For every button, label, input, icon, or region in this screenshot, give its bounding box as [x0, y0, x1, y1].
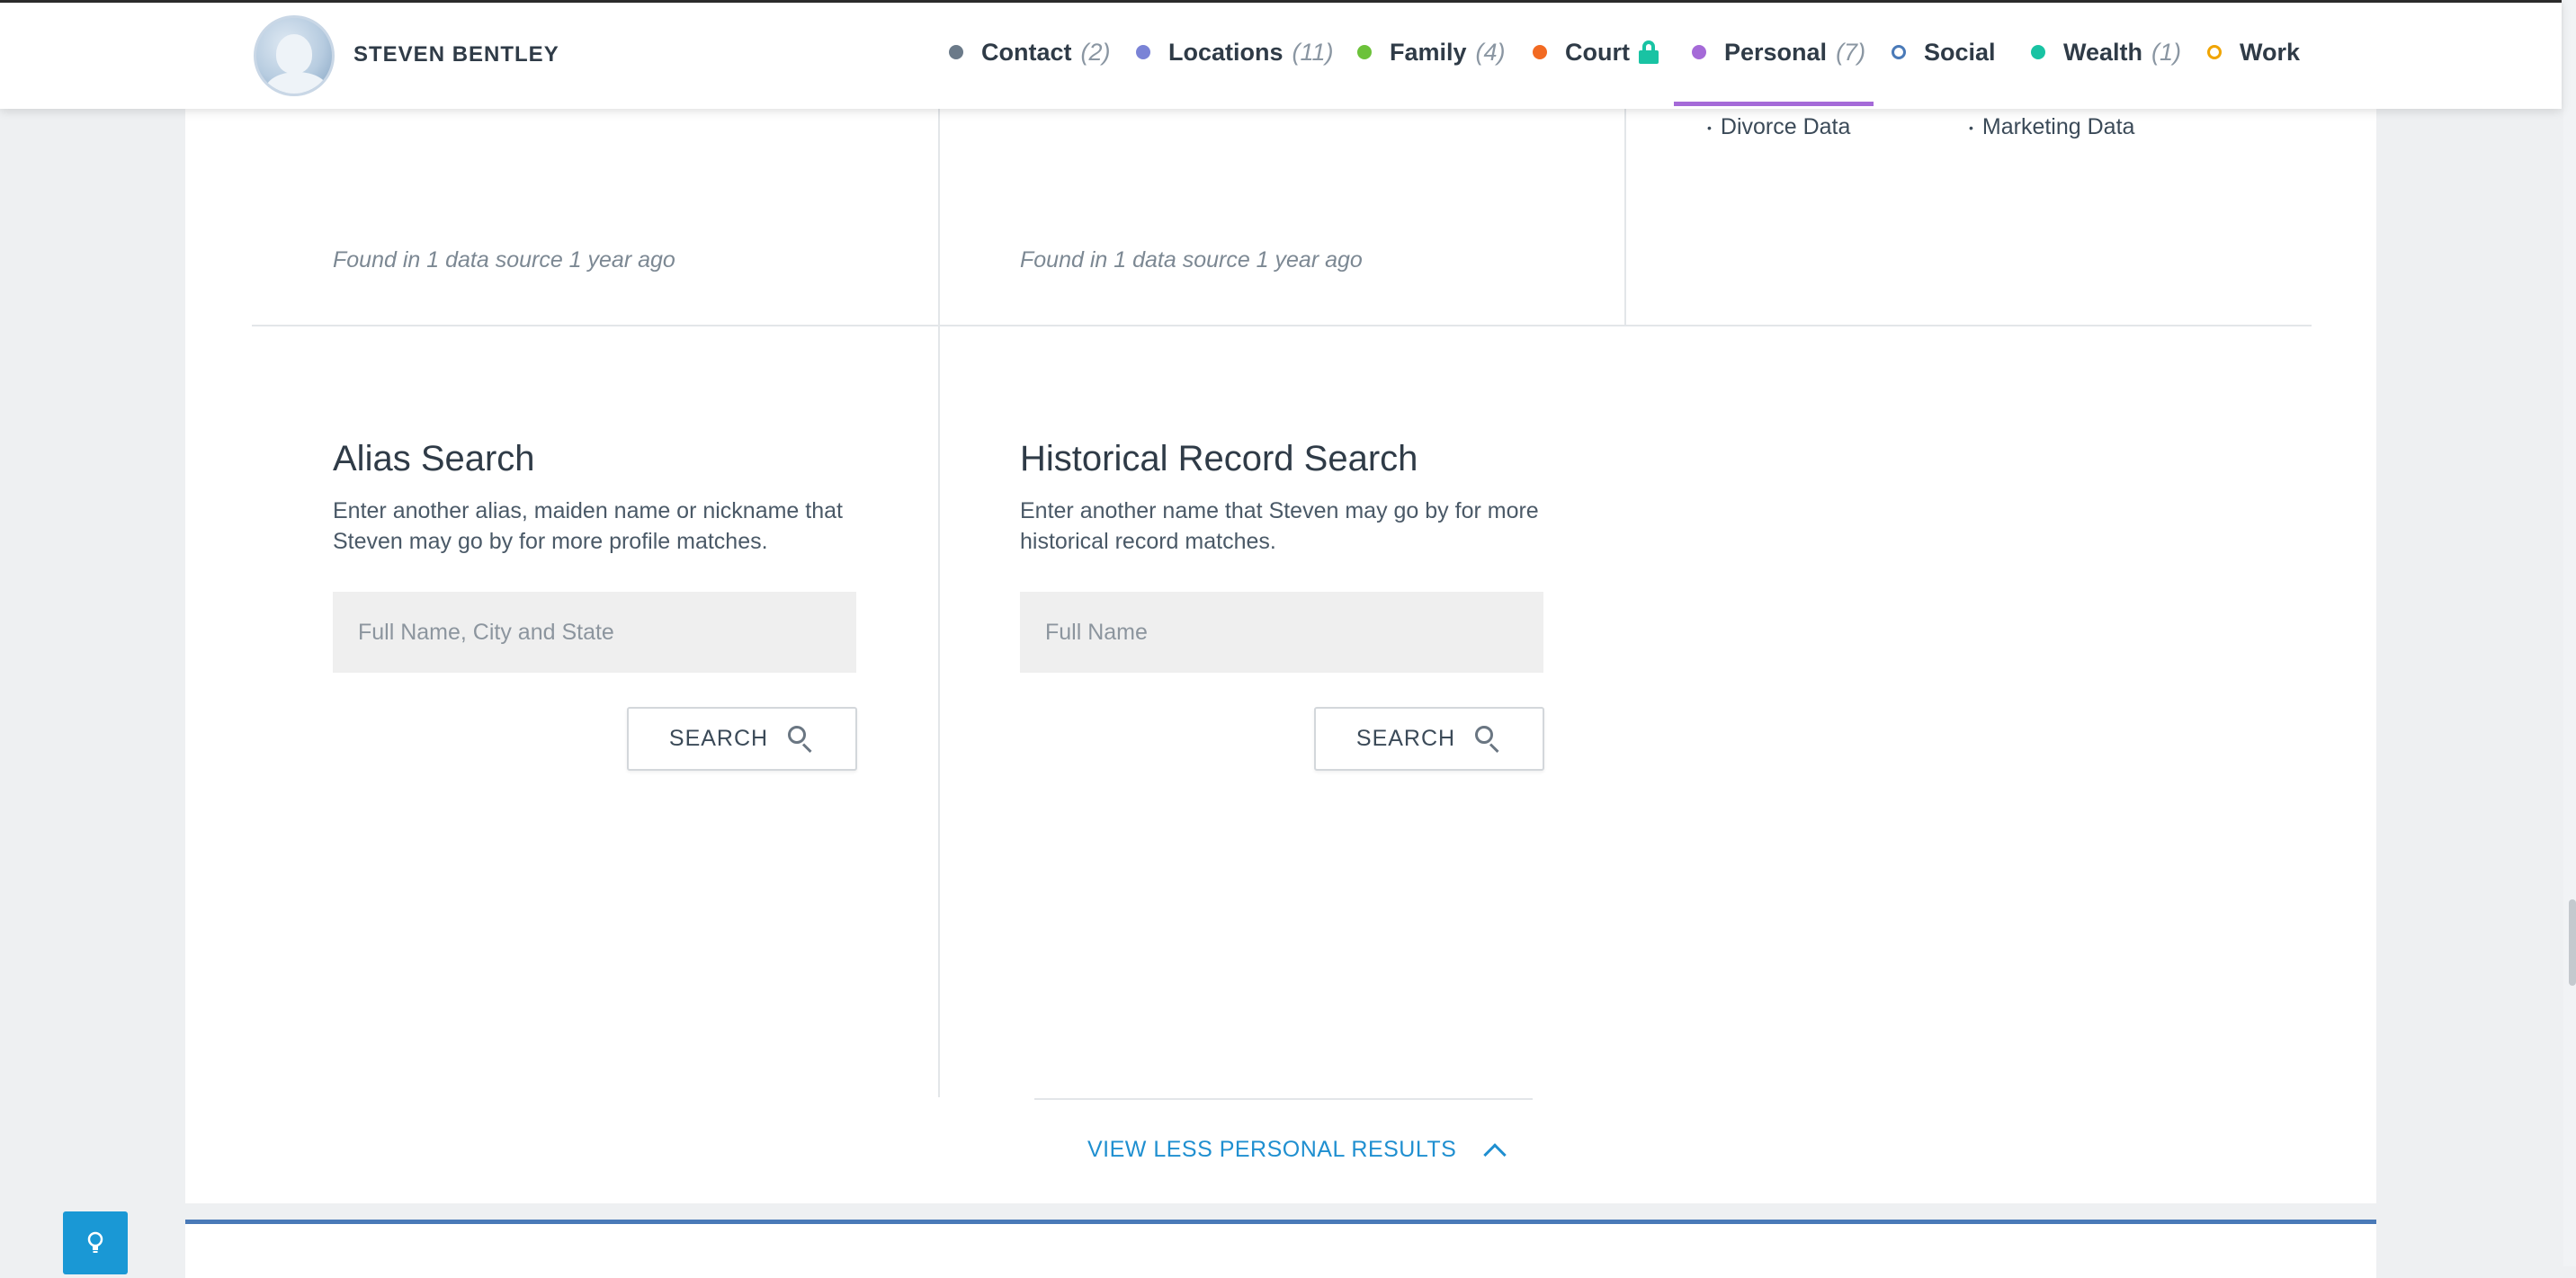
category-dot-icon — [2207, 45, 2222, 59]
alias-search-title: Alias Search — [333, 439, 535, 478]
profile-header-bar: STEVEN BENTLEY Contact (2) Locations (11… — [0, 0, 2562, 109]
tab-count: (1) — [2151, 38, 2182, 66]
footer-divider — [1034, 1098, 1533, 1100]
tab-count: (2) — [1080, 38, 1111, 66]
chevron-up-icon — [1483, 1142, 1507, 1166]
historical-search-title: Historical Record Search — [1020, 439, 1418, 478]
search-button-label: SEARCH — [1355, 726, 1456, 751]
search-button-label: SEARCH — [668, 726, 769, 751]
row-divider — [252, 325, 2312, 326]
alias-search-button[interactable]: SEARCH — [627, 707, 857, 771]
source-note: Found in 1 data source 1 year ago — [333, 247, 675, 273]
avatar — [254, 15, 335, 96]
tab-label: Contact — [981, 38, 1072, 66]
tab-work[interactable]: Work — [2207, 37, 2300, 67]
tab-label: Work — [2240, 38, 2301, 66]
view-less-label: VIEW LESS PERSONAL RESULTS — [1087, 1137, 1457, 1162]
lock-icon — [1638, 40, 1659, 64]
column-divider — [1624, 99, 1626, 326]
tab-wealth[interactable]: Wealth (1) — [2031, 37, 2181, 67]
tab-label: Court — [1565, 38, 1630, 66]
category-dot-icon — [1692, 45, 1706, 59]
category-dot-icon — [1892, 45, 1906, 59]
category-dot-icon — [1136, 45, 1150, 59]
tab-label: Family — [1390, 38, 1467, 66]
historical-search-description: Enter another name that Steven may go by… — [1020, 498, 1539, 554]
category-dot-icon — [2031, 45, 2045, 59]
tab-label: Personal — [1724, 38, 1828, 66]
list-item-label: Divorce Data — [1720, 114, 1851, 139]
list-item: • Divorce Data — [1707, 114, 1850, 140]
scrollbar-thumb[interactable] — [2569, 899, 2576, 986]
tab-family[interactable]: Family (4) — [1357, 37, 1506, 67]
alias-search-description: Enter another alias, maiden name or nick… — [333, 498, 843, 554]
tab-count: (4) — [1475, 38, 1506, 66]
tab-label: Social — [1924, 38, 1996, 66]
alias-search-input[interactable] — [333, 592, 856, 673]
scrollbar-track[interactable] — [2563, 0, 2576, 1266]
profile-name: STEVEN BENTLEY — [353, 42, 559, 67]
list-item: • Marketing Data — [1969, 114, 2134, 140]
tab-count: (7) — [1836, 38, 1866, 66]
tab-label: Locations — [1168, 38, 1284, 66]
tab-contact[interactable]: Contact (2) — [949, 37, 1111, 67]
column-divider — [938, 99, 940, 1097]
bullet-icon: • — [1707, 121, 1712, 136]
active-tab-indicator — [1674, 102, 1874, 106]
source-note: Found in 1 data source 1 year ago — [1020, 247, 1363, 273]
historical-search-button[interactable]: SEARCH — [1314, 707, 1544, 771]
tab-count: (11) — [1292, 38, 1334, 66]
historical-search-input[interactable] — [1020, 592, 1543, 673]
category-dot-icon — [1357, 45, 1372, 59]
next-section-card — [185, 1220, 2376, 1278]
tab-personal[interactable]: Personal (7) — [1692, 37, 1865, 67]
category-dot-icon — [1533, 45, 1547, 59]
search-icon — [788, 725, 815, 753]
category-dot-icon — [949, 45, 963, 59]
tab-locations[interactable]: Locations (11) — [1136, 37, 1334, 67]
tab-social[interactable]: Social — [1892, 37, 1996, 67]
lightbulb-icon — [87, 1231, 103, 1253]
list-item-label: Marketing Data — [1981, 114, 2135, 139]
tab-label: Wealth — [2063, 38, 2143, 66]
bullet-icon: • — [1969, 121, 1973, 136]
search-icon — [1475, 725, 1502, 753]
tab-court[interactable]: Court — [1533, 37, 1659, 67]
view-less-results-link[interactable]: VIEW LESS PERSONAL RESULTS — [1087, 1137, 1507, 1166]
help-tips-button[interactable] — [63, 1211, 128, 1274]
